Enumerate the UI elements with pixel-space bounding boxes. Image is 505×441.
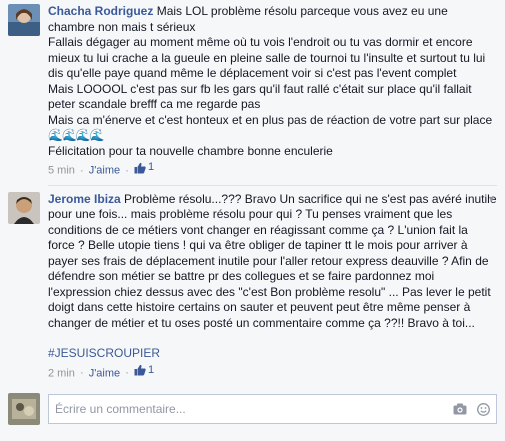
comment: Jerome Ibiza Problème résolu...??? Bravo… xyxy=(0,191,505,382)
hashtag-link[interactable]: #JESUISCROUPIER xyxy=(48,346,497,362)
comment-body: Jerome Ibiza Problème résolu...??? Bravo… xyxy=(48,192,497,382)
avatar xyxy=(8,393,40,425)
camera-icon[interactable] xyxy=(453,403,467,415)
chevron-down-icon[interactable]: ▼ xyxy=(487,194,497,204)
thumbs-up-icon xyxy=(134,162,146,173)
separator: · xyxy=(125,367,129,379)
comment-author[interactable]: Jerome Ibiza xyxy=(48,192,121,206)
like-count[interactable]: 1 xyxy=(134,160,154,175)
comment-author[interactable]: Chacha Rodriguez xyxy=(48,4,153,18)
comment-meta: 5 min · J'aime · 1 xyxy=(48,160,497,179)
comment-text: Problème résolu...??? Bravo Un sacrifice… xyxy=(48,191,500,330)
like-link[interactable]: J'aime xyxy=(89,367,120,379)
like-link[interactable]: J'aime xyxy=(89,165,120,177)
avatar[interactable] xyxy=(8,191,40,224)
like-count-value: 1 xyxy=(147,161,155,173)
separator: · xyxy=(125,164,129,177)
avatar[interactable] xyxy=(8,4,40,36)
separator: · xyxy=(79,164,84,177)
comment-body: Chacha Rodriguez Mais LOL problème résol… xyxy=(48,4,497,179)
like-count-value: 1 xyxy=(147,363,155,376)
comment-timestamp[interactable]: 2 min xyxy=(48,367,75,379)
comment-composer: Écrire un commentaire... xyxy=(0,389,505,429)
separator: · xyxy=(79,367,84,379)
like-count[interactable]: 1 xyxy=(134,363,154,378)
comment: Chacha Rodriguez Mais LOL problème résol… xyxy=(0,4,505,179)
emoji-icon[interactable] xyxy=(477,402,490,416)
thumbs-up-icon xyxy=(134,364,146,376)
comment-input[interactable]: Écrire un commentaire... xyxy=(48,394,497,424)
wave-emoji-icon: 🌊🌊🌊🌊 xyxy=(48,128,105,142)
comment-input-placeholder: Écrire un commentaire... xyxy=(55,402,186,416)
comment-timestamp[interactable]: 5 min xyxy=(48,165,75,177)
comment-text: Mais LOL problème résolu parceque vous a… xyxy=(48,4,493,127)
comment-divider xyxy=(48,184,497,186)
comment-meta: 2 min · J'aime · 1 xyxy=(48,363,497,382)
comment-text: Félicitation pour ta nouvelle chambre bo… xyxy=(48,143,333,158)
composer-icons xyxy=(453,402,490,416)
